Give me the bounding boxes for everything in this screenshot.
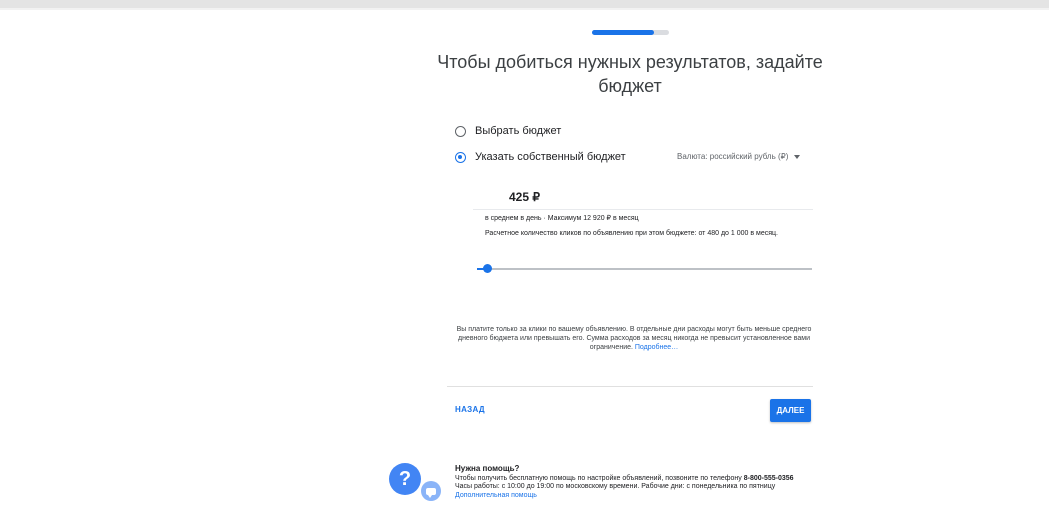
budget-slider-thumb[interactable] xyxy=(483,264,493,273)
progress-bar xyxy=(592,30,669,35)
caret-down-icon xyxy=(794,154,801,159)
radio-custom-budget[interactable] xyxy=(455,151,466,163)
help-section: Нужна помощь? Чтобы получить бесплатную … xyxy=(455,464,905,501)
option-choose-budget-label: Выбрать бюджет xyxy=(475,125,562,137)
question-icon: ? xyxy=(389,463,421,495)
amount-underline xyxy=(473,209,813,210)
option-custom-budget-label: Указать собственный бюджет xyxy=(475,151,626,163)
option-choose-budget[interactable]: Выбрать бюджет xyxy=(455,125,561,137)
help-hours: Часы работы: с 10:00 до 19:00 по московс… xyxy=(455,483,776,490)
budget-amount-input[interactable]: 425 ₽ xyxy=(509,190,540,204)
daily-budget-note: в среднем в день · Максимум 12 920 ₽ в м… xyxy=(485,215,639,222)
help-line-phone: Чтобы получить бесплатную помощь по наст… xyxy=(455,475,905,484)
top-bar xyxy=(0,0,1049,8)
next-button[interactable]: ДАЛЕЕ xyxy=(770,399,811,422)
help-illustration: ? xyxy=(389,463,441,509)
more-help-link[interactable]: Дополнительная помощь xyxy=(455,492,905,501)
budget-slider[interactable] xyxy=(477,264,812,273)
billing-disclaimer: Вы платите только за клики по вашему объ… xyxy=(455,325,813,352)
currency-label: Валюта: российский рубль (₽) xyxy=(677,152,789,161)
option-custom-budget[interactable]: Указать собственный бюджет xyxy=(455,151,626,163)
chat-icon xyxy=(421,481,441,501)
budget-card: 425 ₽ в среднем в день · Максимум 12 920… xyxy=(473,178,813,278)
footer-divider xyxy=(447,386,813,387)
estimated-clicks-note: Расчетное количество кликов по объявлени… xyxy=(485,230,778,237)
page-title: Чтобы добиться нужных результатов, задай… xyxy=(437,52,823,96)
top-bar-shadow xyxy=(0,8,1049,10)
currency-selector[interactable]: Валюта: российский рубль (₽) xyxy=(677,152,801,161)
learn-more-link[interactable]: Подробнее… xyxy=(635,344,678,351)
help-phone: 8-800-555-0356 xyxy=(743,474,794,482)
back-button[interactable]: НАЗАД xyxy=(455,405,485,414)
progress-fill xyxy=(592,30,654,35)
help-title: Нужна помощь? xyxy=(455,464,520,473)
help-line1: Чтобы получить бесплатную помощь по наст… xyxy=(455,474,744,482)
radio-choose-budget[interactable] xyxy=(455,125,466,137)
